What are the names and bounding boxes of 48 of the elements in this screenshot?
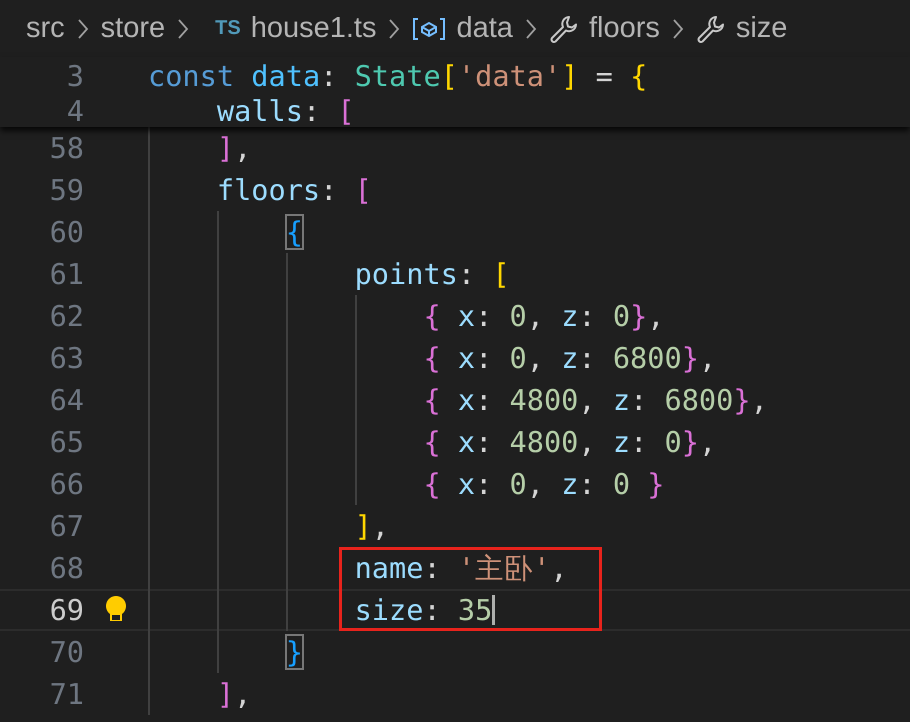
code-text: { x: 4800, z: 6800}, [423,382,768,419]
code-text: walls: [ [216,95,355,127]
breadcrumb-item[interactable]: size [736,12,788,45]
line-number: 61 [48,257,84,291]
line-number: 68 [48,551,84,585]
line-number: 60 [48,215,84,249]
text-cursor [492,595,496,625]
line-number: 58 [48,131,84,165]
line-number: 64 [48,383,84,417]
chevron-right-icon [524,18,537,40]
line-number: 67 [48,509,84,543]
code-text: ], [354,508,390,545]
code-text: name: '主卧', [354,550,568,587]
code-text: } [286,634,303,671]
line-number: 70 [48,635,84,669]
code-text: floors: [ [216,172,372,209]
variable-icon [412,16,446,42]
code-text: const data: State['data'] = { [148,58,648,95]
code-text: { [286,214,303,251]
breadcrumb-item[interactable]: data [456,12,513,45]
line-number: 63 [48,341,84,375]
line-number: 69 [48,593,84,627]
chevron-right-icon [76,18,89,40]
code-text: { x: 0, z: 6800}, [423,340,716,377]
breadcrumb-item[interactable]: src [26,12,65,45]
code-text: ], [216,676,252,713]
code-text: { x: 0, z: 0}, [423,298,664,335]
code-text: points: [ [354,256,510,293]
line-number: 65 [48,425,84,459]
line-number: 66 [48,467,84,501]
typescript-file-icon: TS [215,17,241,40]
line-number: 71 [48,677,84,711]
chevron-right-icon [388,18,400,40]
breadcrumb-item[interactable]: store [100,12,166,45]
code-text: ], [216,130,252,167]
breadcrumb-item[interactable]: house1.ts [250,12,376,45]
wrench-icon [696,14,726,44]
chevron-right-icon [177,18,190,40]
line-number: 3 [66,59,84,93]
code-text: { x: 4800, z: 0}, [423,424,716,461]
wrench-icon [548,14,579,44]
code-text: size: 35 [354,592,492,629]
line-number: 62 [48,299,84,333]
line-number: 59 [48,173,84,207]
breadcrumb-item[interactable]: floors [588,12,660,45]
code-text: { x: 0, z: 0 } [423,466,664,503]
chevron-right-icon [672,18,684,40]
line-number: 4 [66,95,84,127]
